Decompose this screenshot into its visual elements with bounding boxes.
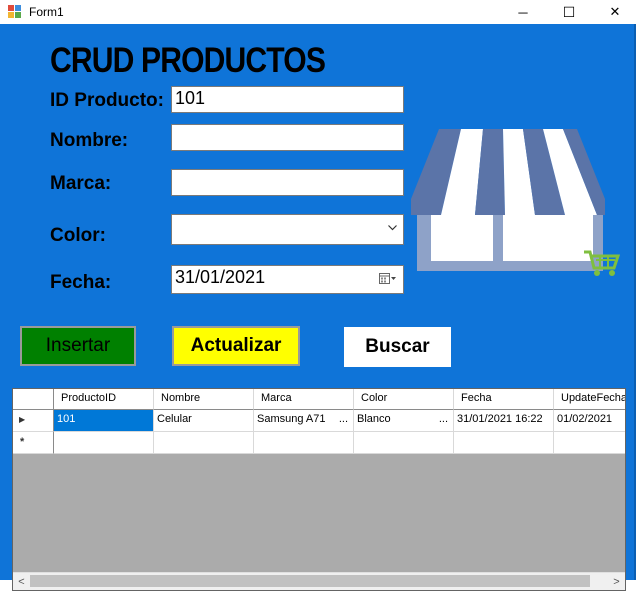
row-header-current[interactable]: ▶ (13, 410, 54, 432)
horizontal-scrollbar[interactable]: < > (13, 572, 625, 590)
table-cell-fecha[interactable]: 31/01/2021 16:22 (454, 410, 554, 432)
id-producto-input[interactable]: 101 (171, 86, 404, 113)
table-cell-productoid[interactable]: 101 (54, 410, 154, 432)
window-title: Form1 (29, 5, 64, 19)
table-cell-color[interactable]: Blanco ... (354, 410, 454, 432)
id-producto-label: ID Producto: (50, 90, 164, 111)
chevron-right-icon: > (613, 575, 620, 588)
title-bar: Form1 ─ ☐ ✕ (0, 0, 636, 24)
maximize-icon: ☐ (562, 3, 576, 20)
new-row-cell[interactable] (354, 432, 454, 454)
row-header-new[interactable]: * (13, 432, 54, 454)
new-row-icon: * (20, 436, 25, 448)
scroll-right-button[interactable]: > (608, 573, 625, 590)
close-icon: ✕ (609, 4, 621, 19)
table-cell-nombre[interactable]: Celular (154, 410, 254, 432)
fecha-value: 31/01/2021 (175, 267, 266, 287)
ellipsis-marker: ... (438, 413, 448, 425)
new-row-cell[interactable] (254, 432, 354, 454)
actualizar-button[interactable]: Actualizar (172, 326, 300, 366)
close-button[interactable]: ✕ (592, 0, 636, 24)
maximize-button[interactable]: ☐ (546, 0, 592, 24)
table-cell-marca[interactable]: Samsung A71 ... (254, 410, 354, 432)
buscar-button[interactable]: Buscar (344, 327, 451, 367)
column-header-productoid[interactable]: ProductoID (54, 389, 154, 410)
column-header-fecha[interactable]: Fecha (454, 389, 554, 410)
products-grid[interactable]: ProductoID Nombre Marca Color Fecha Upda… (12, 388, 626, 591)
ellipsis-marker: ... (338, 413, 348, 425)
chevron-left-icon: < (18, 575, 25, 588)
store-awning-icon (411, 129, 605, 271)
form-body: CRUD PRODUCTOS ID Producto: 101 Nombre: … (0, 24, 636, 591)
grid-corner (13, 389, 54, 410)
marca-label: Marca: (50, 173, 112, 194)
current-row-icon: ▶ (19, 415, 26, 424)
new-row-cell[interactable] (454, 432, 554, 454)
scrollbar-thumb[interactable] (30, 575, 590, 587)
id-producto-value: 101 (175, 88, 206, 108)
shopping-cart-icon (584, 250, 620, 276)
fecha-label: Fecha: (50, 272, 112, 293)
nombre-label: Nombre: (50, 130, 129, 151)
fecha-datepicker[interactable]: 31/01/2021 (171, 265, 404, 294)
color-cell-text: Blanco (357, 413, 391, 425)
column-header-updatefecha[interactable]: UpdateFecha (554, 389, 625, 410)
new-row-cell[interactable] (54, 432, 154, 454)
calendar-icon[interactable] (379, 272, 397, 286)
scroll-left-button[interactable]: < (13, 573, 30, 590)
minimize-icon: ─ (518, 4, 528, 20)
page-title: CRUD PRODUCTOS (50, 41, 326, 80)
chevron-down-icon (388, 225, 397, 231)
column-header-marca[interactable]: Marca (254, 389, 354, 410)
column-header-color[interactable]: Color (354, 389, 454, 410)
column-header-nombre[interactable]: Nombre (154, 389, 254, 410)
minimize-button[interactable]: ─ (500, 0, 546, 24)
new-row-cell[interactable] (554, 432, 625, 454)
app-icon (8, 5, 21, 18)
marca-input[interactable] (171, 169, 404, 196)
table-cell-updatefecha[interactable]: 01/02/2021 (554, 410, 625, 432)
color-select[interactable] (171, 214, 404, 245)
new-row-cell[interactable] (154, 432, 254, 454)
nombre-input[interactable] (171, 124, 404, 151)
insertar-button[interactable]: Insertar (20, 326, 136, 366)
color-label: Color: (50, 225, 106, 246)
marca-cell-text: Samsung A71 (257, 413, 326, 425)
